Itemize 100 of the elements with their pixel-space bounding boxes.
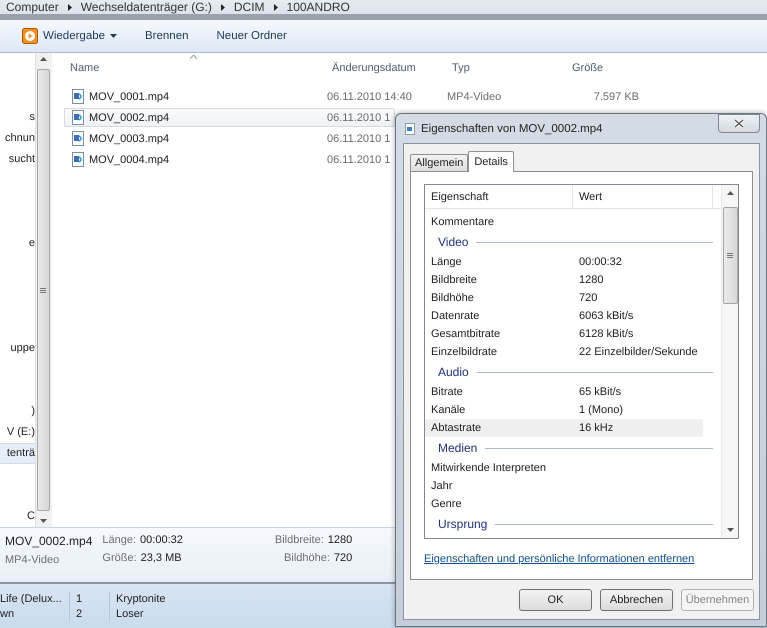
grip-icon xyxy=(727,253,733,258)
toolbar-button[interactable]: Brennen xyxy=(145,26,200,46)
file-row[interactable]: MOV_0002.mp4 06.11.2010 1 xyxy=(64,108,395,127)
video-file-icon xyxy=(71,152,85,167)
file-name: MOV_0002.mp4 xyxy=(89,112,170,124)
file-row[interactable]: MOV_0001.mp4 06.11.2010 14:40 MP4-Video 7.597 KB xyxy=(64,87,642,106)
breadcrumb-item[interactable]: Wechseldatenträger (G:) xyxy=(80,0,212,14)
property-row[interactable]: Kanäle 1 (Mono) xyxy=(425,401,703,419)
property-name: Kommentare xyxy=(431,215,495,230)
scroll-up-icon[interactable] xyxy=(726,191,734,195)
close-button[interactable] xyxy=(718,114,760,133)
field-value: 00:00:32 xyxy=(140,534,183,546)
tab[interactable]: Allgemein xyxy=(410,154,468,171)
property-name: Datenrate xyxy=(431,309,480,324)
property-name: Bildbreite xyxy=(431,273,478,288)
file-size: 7.597 KB xyxy=(592,90,639,102)
group-heading: Medien xyxy=(438,441,478,455)
album-cell-text: Life (Delux... xyxy=(0,592,63,607)
scroll-down-icon[interactable] xyxy=(40,519,46,523)
breadcrumb-item[interactable]: DCIM xyxy=(234,0,265,14)
nav-item[interactable]: ) xyxy=(0,401,35,422)
property-value: 00:00:32 xyxy=(579,255,623,270)
property-row[interactable]: Gesamtbitrate 6128 kBit/s xyxy=(425,325,703,343)
file-row[interactable]: MOV_0004.mp4 06.11.2010 1 xyxy=(64,150,395,169)
property-row[interactable]: Kommentare xyxy=(425,213,703,231)
nav-item[interactable]: uppe xyxy=(0,338,35,359)
tab[interactable]: Details xyxy=(468,151,514,172)
video-file-icon xyxy=(71,131,85,146)
group-heading: Video xyxy=(438,235,468,249)
group-heading: Ursprung xyxy=(438,517,488,531)
scrollbar[interactable] xyxy=(721,185,738,538)
column-header[interactable]: Name xyxy=(70,62,332,74)
nav-item[interactable]: tenträ xyxy=(0,443,35,464)
column-header[interactable]: Typ xyxy=(452,62,572,74)
window-title: Eigenschaften von MOV_0002.mp4 xyxy=(421,122,604,134)
song-title: Kryptonite xyxy=(109,592,229,607)
property-value: 6063 kBit/s xyxy=(579,309,634,324)
property-row[interactable]: Mitwirkende Interpreten xyxy=(425,459,703,477)
field-value: 1280 xyxy=(328,534,352,546)
file-name: MOV_0004.mp4 xyxy=(89,154,170,166)
breadcrumb-item[interactable]: Computer xyxy=(6,0,59,14)
video-file-icon xyxy=(71,89,85,104)
property-row[interactable]: Bildbreite 1280 xyxy=(425,271,703,289)
property-row[interactable]: Einzelbildrate 22 Einzelbilder/Sekunde xyxy=(425,343,703,361)
scroll-up-icon[interactable] xyxy=(40,57,46,61)
nav-item[interactable]: C xyxy=(0,506,35,527)
album-cell-text: wn xyxy=(0,607,16,622)
file-type: MP4-Video xyxy=(5,554,60,566)
nav-item[interactable]: sucht xyxy=(0,149,35,170)
file-date: 06.11.2010 1 xyxy=(327,112,392,124)
property-row[interactable]: Jahr xyxy=(425,477,703,495)
property-value: 22 Einzelbilder/Sekunde xyxy=(579,345,699,360)
file-name: MOV_0002.mp4 xyxy=(5,534,92,548)
property-name: Genre xyxy=(431,497,463,512)
nav-item[interactable]: e xyxy=(0,233,35,254)
chevron-right-icon[interactable] xyxy=(272,4,279,10)
column-header[interactable]: Größe xyxy=(572,62,638,74)
field-label: Bildhöhe: xyxy=(284,552,330,564)
column-header[interactable]: Wert xyxy=(573,186,713,208)
column-header[interactable]: Eigenschaft xyxy=(425,186,573,208)
property-row[interactable]: Bitrate 65 kBit/s xyxy=(425,383,703,401)
chevron-right-icon[interactable] xyxy=(66,4,73,10)
grip-icon xyxy=(40,288,46,292)
property-value: 65 kBit/s xyxy=(579,385,622,400)
dialog-button[interactable]: OK xyxy=(519,589,592,611)
file-row[interactable]: MOV_0003.mp4 06.11.2010 1 xyxy=(64,129,395,148)
property-name: Bildhöhe xyxy=(431,291,475,306)
file-date: 06.11.2010 1 xyxy=(327,132,392,144)
dialog-button[interactable]: Abbrechen xyxy=(600,589,673,611)
property-name: Einzelbildrate xyxy=(431,345,498,360)
property-name: Länge xyxy=(431,255,463,270)
property-row[interactable]: Länge 00:00:32 xyxy=(425,253,703,271)
nav-item[interactable]: s xyxy=(0,107,35,128)
song-title: Loser xyxy=(109,607,229,622)
property-value: 16 kHz xyxy=(579,421,614,436)
nav-item[interactable]: chnun xyxy=(0,128,35,149)
property-name: Abtastrate xyxy=(431,421,482,436)
video-file-icon xyxy=(71,110,85,125)
field-value: 23,3 MB xyxy=(140,552,182,564)
property-row[interactable]: Genre xyxy=(425,495,703,513)
nav-item[interactable]: V (E:) xyxy=(0,422,35,443)
toolbar-button[interactable]: Neuer Ordner xyxy=(216,26,299,46)
track-number: 2 xyxy=(69,607,109,622)
chevron-right-icon[interactable] xyxy=(220,4,226,10)
toolbar-button[interactable]: Wiedergabe xyxy=(22,24,130,48)
property-name: Bitrate xyxy=(431,385,464,400)
file-type: MP4-Video xyxy=(447,90,502,102)
play-icon xyxy=(22,28,38,44)
property-value: 720 xyxy=(579,291,598,306)
remove-properties-link[interactable]: Eigenschaften und persönliche Informationen entfernen xyxy=(424,553,694,565)
group-heading: Audio xyxy=(438,365,469,379)
property-row[interactable]: Datenrate 6063 kBit/s xyxy=(425,307,703,325)
property-name: Jahr xyxy=(431,479,454,494)
scrollbar[interactable] xyxy=(35,53,50,527)
property-row[interactable]: Abtastrate 16 kHz xyxy=(425,419,703,437)
caret-down-icon xyxy=(110,34,118,38)
property-row[interactable]: Bildhöhe 720 xyxy=(425,289,703,307)
breadcrumb-item[interactable]: 100ANDRO xyxy=(286,0,350,14)
document-icon xyxy=(405,122,415,134)
column-header[interactable]: Änderungsdatum xyxy=(332,62,452,74)
